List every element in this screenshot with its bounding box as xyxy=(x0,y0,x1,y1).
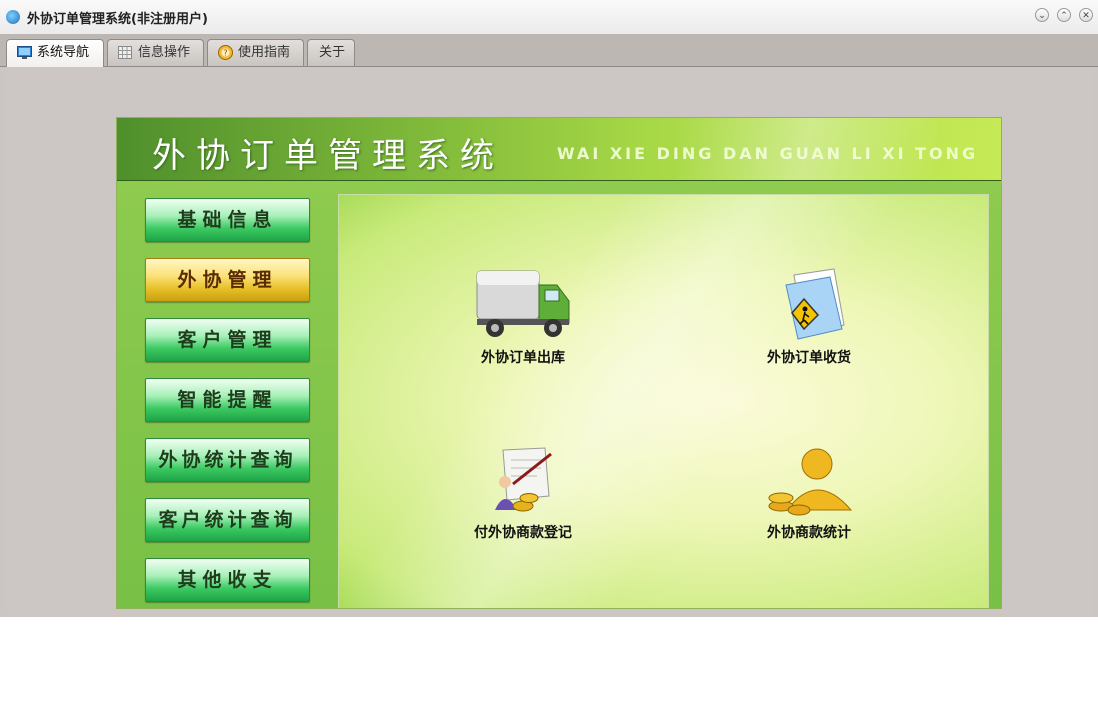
feature-label: 外协订单出库 xyxy=(481,350,565,366)
feature-label: 付外协商款登记 xyxy=(474,525,572,541)
banner-subtitle: WAI XIE DING DAN GUAN LI XI TONG xyxy=(557,144,979,163)
nav-customer-button[interactable]: 客户管理 xyxy=(145,318,310,362)
nav-other-income-button[interactable]: 其他收支 xyxy=(145,558,310,602)
payment-chart-icon xyxy=(495,447,552,512)
feature-label: 外协订单收货 xyxy=(767,350,851,366)
minimize-button[interactable]: ⌄ xyxy=(1035,8,1049,22)
tab-info-ops[interactable]: 信息操作 xyxy=(107,39,204,66)
feature-receiving[interactable]: 外协订单收货 xyxy=(729,265,889,367)
maximize-button[interactable]: ⌃ xyxy=(1057,8,1071,22)
window-title: 外协订单管理系统(非注册用户) xyxy=(27,12,208,27)
navigation-panel: 外协订单管理系统 WAI XIE DING DAN GUAN LI XI TON… xyxy=(116,117,1002,609)
nav-customer-stats-button[interactable]: 客户统计查询 xyxy=(145,498,310,542)
feature-payment-register[interactable]: 付外协商款登记 xyxy=(443,440,603,542)
help-icon: ? xyxy=(218,45,233,60)
svg-text:?: ? xyxy=(223,49,227,58)
feature-outbound[interactable]: 外协订单出库 xyxy=(443,265,603,367)
grid-icon xyxy=(118,46,132,59)
app-window: 外协订单管理系统(非注册用户) ⌄ ⌃ ✕ 系统导航 信息操作 ? 使用指南 关… xyxy=(0,0,1098,617)
feature-payment-stats[interactable]: 外协商款统计 xyxy=(729,440,889,542)
tab-system-nav[interactable]: 系统导航 xyxy=(6,39,104,67)
money-user-icon xyxy=(768,448,853,516)
tab-label: 信息操作 xyxy=(138,45,191,60)
nav-basic-info-button[interactable]: 基础信息 xyxy=(145,198,310,242)
feature-label: 外协商款统计 xyxy=(767,525,851,541)
banner: 外协订单管理系统 WAI XIE DING DAN GUAN LI XI TON… xyxy=(117,118,1001,181)
tab-about[interactable]: 关于 xyxy=(307,39,355,66)
title-bar: 外协订单管理系统(非注册用户) ⌄ ⌃ ✕ xyxy=(0,0,1098,35)
banner-title: 外协订单管理系统 xyxy=(152,136,504,176)
tab-label: 关于 xyxy=(319,45,346,60)
tab-user-guide[interactable]: ? 使用指南 xyxy=(207,39,304,66)
tab-label: 使用指南 xyxy=(238,45,291,60)
tab-bar: 系统导航 信息操作 ? 使用指南 关于 xyxy=(0,34,1098,67)
app-logo-icon xyxy=(6,10,20,24)
monitor-icon xyxy=(17,46,32,59)
folder-icon xyxy=(785,268,845,340)
tab-label: 系统导航 xyxy=(37,45,90,60)
nav-reminder-button[interactable]: 智能提醒 xyxy=(145,378,310,422)
nav-outsourcing-stats-button[interactable]: 外协统计查询 xyxy=(145,438,310,482)
feature-area: 外协订单出库 外协订单收货 付外协商款登记 外协商款统计 xyxy=(338,194,989,608)
nav-outsourcing-button[interactable]: 外协管理 xyxy=(145,258,310,302)
close-button[interactable]: ✕ xyxy=(1079,8,1093,22)
truck-icon xyxy=(476,270,570,337)
